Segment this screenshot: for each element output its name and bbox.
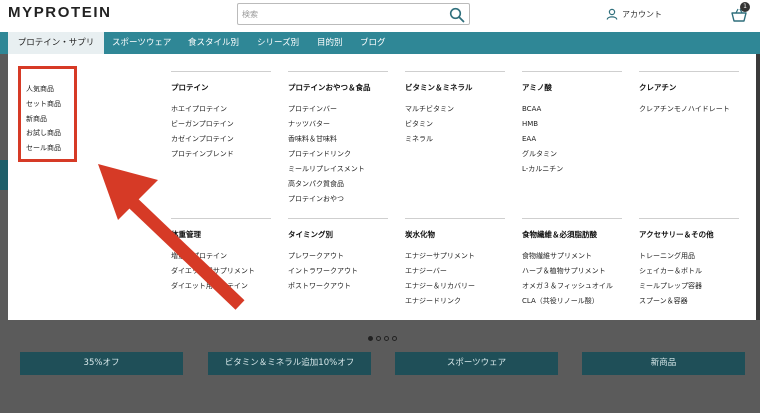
menu-link[interactable]: プレワークアウト (288, 249, 388, 264)
menu-link[interactable]: 高タンパク質食品 (288, 177, 388, 192)
menu-column-accessories: アクセサリー＆その他 トレーニング用品 シェイカー＆ボトル ミールプレップ容器 … (639, 218, 739, 309)
promo-button-new-products[interactable]: 新商品 (582, 352, 745, 375)
user-icon (606, 8, 618, 20)
menu-column-vitamins: ビタミン＆ミネラル マルチビタミン ビタミン ミネラル (405, 71, 505, 147)
menu-column-protein: プロテイン ホエイプロテイン ビーガンプロテイン カゼインプロテイン プロテイン… (171, 71, 271, 162)
menu-column-carbohydrates: 炭水化物 エナジーサプリメント エナジーバー エナジー＆リカバリー エナジードリ… (405, 218, 505, 309)
menu-link[interactable]: ナッツバター (288, 117, 388, 132)
nav-item-sportswear[interactable]: スポーツウェア (112, 32, 171, 54)
menu-link[interactable]: マルチビタミン (405, 102, 505, 117)
menu-link[interactable]: ミネラル (405, 132, 505, 147)
menu-link[interactable]: 香味料＆甘味料 (288, 132, 388, 147)
menu-link[interactable]: クレアチンモノハイドレート (639, 102, 739, 117)
site-logo[interactable]: MYPROTEIN (8, 4, 112, 21)
menu-link[interactable]: グルタミン (522, 147, 622, 162)
menu-link[interactable]: プロテインドリンク (288, 147, 388, 162)
menu-column-timing: タイミング別 プレワークアウト イントラワークアウト ポストワークアウト (288, 218, 388, 294)
menu-link[interactable]: スプーン＆容器 (639, 294, 739, 309)
search-input[interactable] (242, 6, 442, 22)
menu-link[interactable]: エナジーサプリメント (405, 249, 505, 264)
annotation-arrow-icon (98, 164, 245, 310)
column-heading[interactable]: アクセサリー＆その他 (639, 229, 739, 240)
promo-button-35-off[interactable]: 35%オフ (20, 352, 183, 375)
column-divider (522, 71, 622, 72)
column-heading[interactable]: アミノ酸 (522, 82, 622, 93)
nav-item-series[interactable]: シリーズ別 (257, 32, 299, 54)
carousel-dot-1[interactable] (368, 336, 373, 341)
menu-link[interactable]: EAA (522, 132, 622, 147)
menu-column-protein-snacks: プロテインおやつ＆食品 プロテインバー ナッツバター 香味料＆甘味料 プロテイン… (288, 71, 388, 207)
main-nav: プロテイン・サプリ スポーツウェア 食スタイル別 シリーズ別 目的別 ブログ (0, 32, 760, 54)
menu-link[interactable]: ビーガンプロテイン (171, 117, 271, 132)
column-divider (405, 218, 505, 219)
column-divider (288, 71, 388, 72)
search-icon[interactable] (449, 7, 465, 23)
column-heading[interactable]: プロテインおやつ＆食品 (288, 82, 388, 93)
menu-link[interactable]: ミールリプレイスメント (288, 162, 388, 177)
promo-button-vitamin-mineral-10-off[interactable]: ビタミン＆ミネラル追加10%オフ (208, 352, 371, 375)
menu-link[interactable]: ミールプレップ容器 (639, 279, 739, 294)
nav-item-diet-style[interactable]: 食スタイル別 (188, 32, 239, 54)
column-divider (522, 218, 622, 219)
menu-link[interactable]: ビタミン (405, 117, 505, 132)
site-header: MYPROTEIN アカウント 1 (0, 0, 760, 32)
column-heading[interactable]: プロテイン (171, 82, 271, 93)
carousel-dot-3[interactable] (384, 336, 389, 341)
column-divider (288, 218, 388, 219)
menu-link[interactable]: ハーブ＆植物サプリメント (522, 264, 622, 279)
cart-count-badge: 1 (740, 2, 750, 12)
column-divider (171, 71, 271, 72)
menu-column-fiber-fatty-acids: 食物繊維＆必須脂肪酸 食物繊維サプリメント ハーブ＆植物サプリメント オメガ３＆… (522, 218, 622, 309)
menu-link[interactable]: ホエイプロテイン (171, 102, 271, 117)
menu-link[interactable]: L-カルニチン (522, 162, 622, 177)
search-box (237, 3, 470, 25)
menu-link[interactable]: CLA（共役リノール酸） (522, 294, 622, 309)
column-heading[interactable]: タイミング別 (288, 229, 388, 240)
menu-link[interactable]: シェイカー＆ボトル (639, 264, 739, 279)
carousel-dot-2[interactable] (376, 336, 381, 341)
cart-button[interactable]: 1 (729, 2, 750, 25)
menu-link[interactable]: ポストワークアウト (288, 279, 388, 294)
menu-link[interactable]: BCAA (522, 102, 622, 117)
menu-link[interactable]: HMB (522, 117, 622, 132)
menu-link[interactable]: エナジーバー (405, 264, 505, 279)
column-heading[interactable]: ビタミン＆ミネラル (405, 82, 505, 93)
account-link[interactable]: アカウント (606, 6, 662, 22)
column-heading[interactable]: 炭水化物 (405, 229, 505, 240)
menu-link[interactable]: プロテインおやつ (288, 192, 388, 207)
column-heading[interactable]: 食物繊維＆必須脂肪酸 (522, 229, 622, 240)
carousel-pagination (368, 336, 397, 341)
menu-column-creatine: クレアチン クレアチンモノハイドレート (639, 71, 739, 117)
column-divider (639, 218, 739, 219)
nav-item-purpose[interactable]: 目的別 (317, 32, 343, 54)
menu-column-amino-acids: アミノ酸 BCAA HMB EAA グルタミン L-カルニチン (522, 71, 622, 177)
menu-link[interactable]: オメガ３＆フィッシュオイル (522, 279, 622, 294)
menu-link[interactable]: イントラワークアウト (288, 264, 388, 279)
annotation-highlight-box (18, 66, 77, 162)
account-label: アカウント (622, 9, 662, 19)
hero-banner-left-edge (0, 160, 8, 190)
menu-link[interactable]: エナジー＆リカバリー (405, 279, 505, 294)
menu-link[interactable]: 食物繊維サプリメント (522, 249, 622, 264)
hero-banner-edge (756, 54, 760, 320)
carousel-dot-4[interactable] (392, 336, 397, 341)
column-heading[interactable]: クレアチン (639, 82, 739, 93)
menu-link[interactable]: エナジードリンク (405, 294, 505, 309)
nav-item-protein-supplements[interactable]: プロテイン・サプリ (8, 32, 104, 54)
menu-link[interactable]: プロテインバー (288, 102, 388, 117)
menu-link[interactable]: カゼインプロテイン (171, 132, 271, 147)
nav-item-blog[interactable]: ブログ (360, 32, 386, 54)
menu-link[interactable]: トレーニング用品 (639, 249, 739, 264)
column-divider (639, 71, 739, 72)
promo-button-sportswear[interactable]: スポーツウェア (395, 352, 558, 375)
column-divider (405, 71, 505, 72)
